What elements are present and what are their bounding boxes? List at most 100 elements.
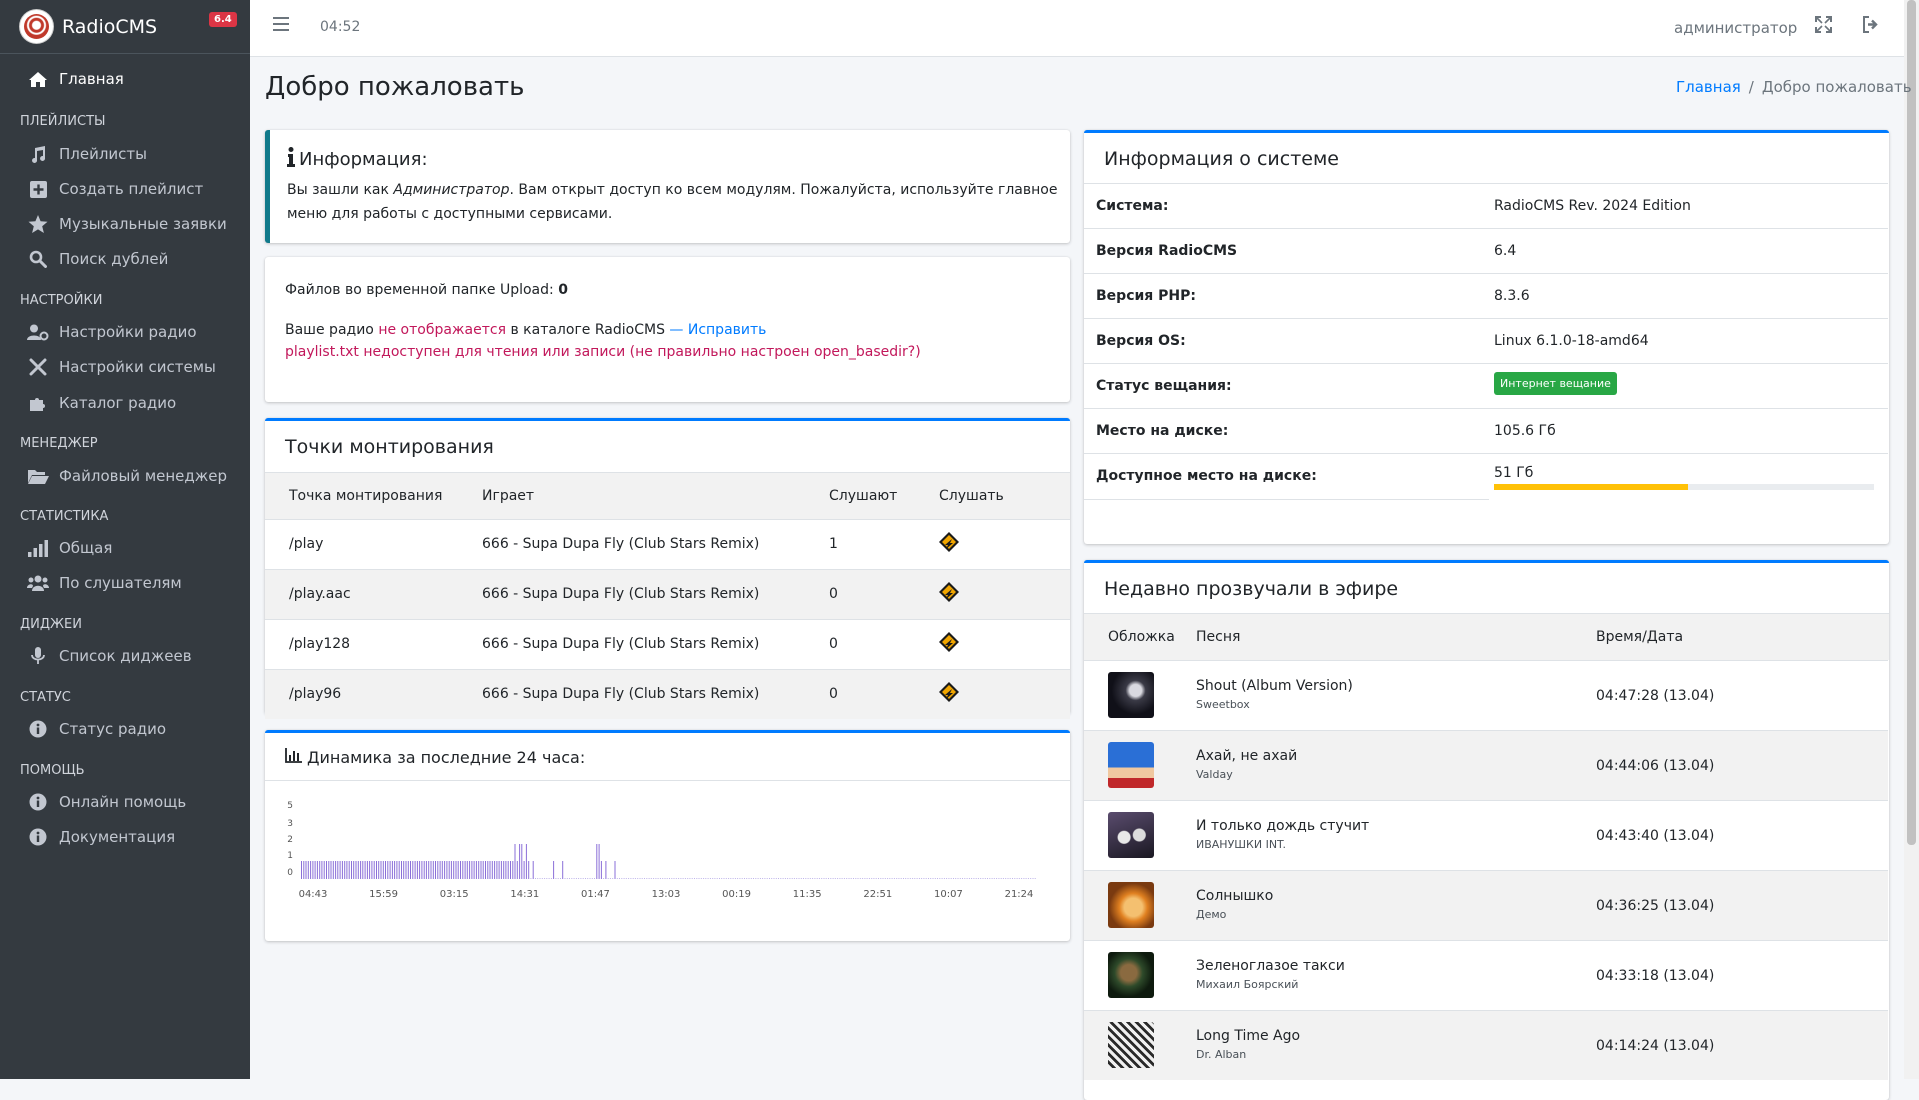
winamp-play-icon[interactable] [939,632,959,652]
chart-bar [907,878,909,879]
nav-header-manager: МЕНЕДЖЕР [20,436,98,451]
chart-bar [321,861,323,879]
chart-bar [512,861,514,879]
sidebar-item-radio-catalog[interactable]: Каталог радио [27,394,176,412]
chart-bar [344,861,346,879]
sidebar-item-radio-settings[interactable]: Настройки радио [27,323,197,341]
version-badge: 6.4 [209,12,237,27]
chart-bar [516,861,518,879]
row-divider [1084,499,1489,500]
chart-bar [666,878,668,879]
chart-bar [905,878,907,879]
system-row: Система: RadioCMS Rev. 2024 Edition [1084,183,1888,228]
chart-bar [530,878,532,879]
sidebar-item-documentation[interactable]: Документация [27,828,175,846]
menu-toggle-icon[interactable] [273,17,289,31]
chart-bar [582,878,584,879]
mount-playing: 666 - Supa Dupa Fly (Club Stars Remix) [482,586,760,602]
winamp-play-icon[interactable] [939,532,959,552]
col-listeners: Слушают [829,487,898,504]
chart-bar [407,861,409,879]
chart-bar [569,878,570,879]
home-icon [27,70,49,88]
winamp-play-icon[interactable] [939,682,959,703]
dynamics-title-wrap: Динамика за последние 24 часа: [285,748,585,767]
chart-bar [887,878,889,879]
sys-value: 6.4 [1494,243,1517,259]
sidebar-item-music-requests[interactable]: Музыкальные заявки [27,214,227,233]
chart-bar [703,878,705,879]
sys-value: 51 Гб [1494,465,1534,481]
scroll-thumb[interactable] [1907,0,1916,845]
dynamics-divider [265,780,1070,781]
chart-bar [728,878,730,879]
sidebar-item-stats-listeners[interactable]: По слушателям [27,574,182,592]
page-scrollbar[interactable] [1904,0,1919,1079]
mounts-card: Точки монтирования Точка монтирования Иг… [265,418,1070,719]
chart-bar [603,878,605,879]
brand[interactable]: RadioCMS 6.4 [0,0,250,54]
chart-bar [625,878,627,879]
listen-button[interactable] [938,569,1070,619]
info-title-wrap: Информация: [287,147,428,172]
chart-bar [818,878,820,879]
folder-open-icon [27,467,49,485]
sidebar-item-label: Создать плейлист [59,180,204,198]
chart-bar [741,878,743,879]
chart-bar [862,878,864,879]
sidebar-item-playlists[interactable]: Плейлисты [27,145,147,163]
user-name[interactable]: администратор [1674,19,1797,37]
chart-bar [687,878,689,879]
winamp-play-icon[interactable] [939,582,959,602]
logout-icon[interactable] [1862,16,1880,37]
chart-bar [707,878,709,879]
chart-bar [775,878,777,879]
mount-path: /play96 [289,686,342,703]
sidebar-item-radio-status[interactable]: Статус радио [27,720,166,738]
system-row: Версия RadioCMS 6.4 [1084,228,1888,273]
chart-bar [632,878,634,879]
chart-bar [982,878,984,879]
sidebar-item-find-duplicates[interactable]: Поиск дублей [27,250,168,268]
chart-bar [764,878,766,879]
chart-bar [716,878,718,879]
chart-bar [873,878,875,879]
sidebar-item-stats-general[interactable]: Общая [27,539,112,557]
sidebar-item-system-settings[interactable]: Настройки системы [27,358,216,376]
breadcrumb-home-link[interactable]: Главная [1676,78,1741,96]
sidebar-item-home[interactable]: Главная [27,70,124,88]
table-row: И только дождь стучит ИВАНУШКИ INT. 04:4… [1084,800,1888,870]
search-icon [27,250,49,268]
chart-bar [439,861,441,879]
sidebar-item-create-playlist[interactable]: Создать плейлист [27,180,203,198]
chart-bar [1002,878,1004,879]
signal-bars-icon [27,539,49,557]
chart-bar [878,878,879,879]
fix-link[interactable]: Исправить [688,322,767,338]
chart-bar [1018,878,1020,879]
chart-bar [916,878,918,879]
system-card: Информация о системе Система: RadioCMS Re… [1084,130,1889,544]
sidebar-item-dj-list[interactable]: Список диджеев [27,647,192,665]
chart-bar [432,861,434,879]
listen-button[interactable] [938,619,1070,669]
sidebar-item-file-manager[interactable]: Файловый менеджер [27,467,227,485]
chart-bar [973,878,975,879]
listen-button[interactable] [938,519,1070,569]
chart-bar [351,861,352,879]
info-callout: Информация: Вы зашли как Администратор. … [265,130,1070,243]
chart-bar [555,878,557,879]
fullscreen-icon[interactable] [1815,16,1832,37]
sidebar-item-online-help[interactable]: Онлайн помощь [27,793,186,811]
played-time: 04:44:06 (13.04) [1596,758,1715,774]
chart-bar [485,861,486,879]
chart-bar [528,861,530,879]
chart-bar [600,861,602,879]
chart-bar [487,861,489,879]
y-tick-label: 5 [287,801,293,811]
chart-bar [480,861,482,879]
chart-bar [1000,878,1002,879]
listen-button[interactable] [938,669,1070,719]
recent-card: Недавно прозвучали в эфире Обложка Песня… [1084,560,1889,1100]
col-mount: Точка монтирования [289,487,443,504]
